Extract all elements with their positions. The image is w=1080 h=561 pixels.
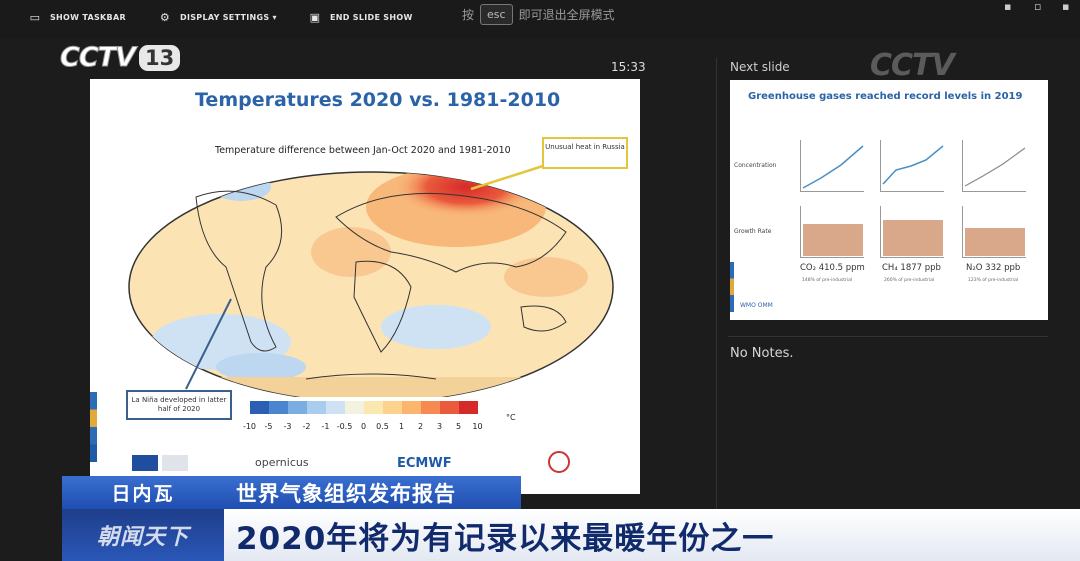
la-nina-callout: La Niña developed in latter half of 2020	[126, 390, 232, 420]
next-slide-side-strip	[730, 262, 734, 312]
scale-label-9: 2	[417, 422, 424, 431]
display-settings-button[interactable]: ⚙ DISPLAY SETTINGS ▾	[158, 10, 277, 24]
minimize-icon[interactable]: ▪	[1004, 0, 1011, 13]
scale-label-8: 1	[398, 422, 405, 431]
next-slide-preview[interactable]: Greenhouse gases reached record levels i…	[730, 80, 1048, 320]
n2o-value: N₂O 332 ppb	[966, 263, 1021, 273]
scale-swatch-9	[421, 401, 440, 414]
next-slide-title: Greenhouse gases reached record levels i…	[748, 91, 1023, 102]
co2-concentration-chart	[800, 140, 864, 192]
taskbar-icon: ▭	[29, 10, 41, 24]
partner-logo	[162, 455, 188, 471]
color-scale	[250, 401, 478, 414]
scale-label-12: 10	[472, 422, 483, 431]
panel-divider	[716, 58, 717, 548]
news-headline: 2020年将为有记录以来最暖年份之一	[224, 509, 1080, 561]
scale-swatch-0	[250, 401, 269, 414]
scale-label-2: -3	[283, 422, 292, 431]
n2o-concentration-chart	[962, 140, 1026, 192]
scale-label-7: 0.5	[376, 422, 389, 431]
show-taskbar-label: SHOW TASKBAR	[50, 12, 126, 22]
show-taskbar-button[interactable]: ▭ SHOW TASKBAR	[28, 10, 126, 24]
scale-swatch-2	[288, 401, 307, 414]
logo-bar: opernicus ECMWF	[110, 451, 630, 477]
ch4-concentration-chart	[880, 140, 944, 192]
ch4-growth-chart	[880, 206, 944, 258]
channel-number: 13	[138, 44, 181, 71]
scale-swatch-1	[269, 401, 288, 414]
scale-swatch-10	[440, 401, 459, 414]
growth-rate-label: Growth Rate	[734, 228, 772, 235]
end-slide-show-button[interactable]: ▣ END SLIDE SHOW	[308, 10, 413, 24]
scale-label-6: 0	[360, 422, 367, 431]
scale-swatch-5	[345, 401, 364, 414]
scale-label-4: -1	[321, 422, 330, 431]
esc-hint-prefix: 按	[462, 8, 475, 22]
cctv-watermark: CCTV	[870, 48, 955, 83]
scale-swatch-6	[364, 401, 383, 414]
scale-swatch-4	[326, 401, 345, 414]
russia-callout: Unusual heat in Russia	[542, 137, 628, 169]
maximize-icon[interactable]: ▫	[1034, 0, 1041, 13]
ecmwf-logo: ECMWF	[397, 456, 452, 471]
n2o-growth-chart	[962, 206, 1026, 258]
news-topic: 世界气象组织发布报告	[224, 476, 521, 509]
display-settings-icon: ⚙	[159, 10, 171, 24]
copernicus-logo: opernicus	[255, 456, 309, 469]
cctv-logo: CCTV 13	[60, 42, 181, 74]
map-subtitle: Temperature difference between Jan-Oct 2…	[215, 145, 511, 156]
scale-label-5: -0.5	[336, 422, 353, 431]
program-name: 朝闻天下	[62, 509, 224, 561]
co2-value: CO₂ 410.5 ppm	[800, 263, 865, 273]
fullscreen-hint: 按 esc 即可退出全屏模式	[462, 4, 615, 25]
slide-timer: 15:33	[611, 60, 646, 74]
scale-swatch-3	[307, 401, 326, 414]
news-location: 日内瓦	[62, 476, 224, 509]
channel-name: CCTV	[60, 42, 137, 74]
esc-hint-suffix: 即可退出全屏模式	[518, 8, 615, 22]
slide-side-strip	[90, 392, 97, 462]
end-show-icon: ▣	[309, 10, 321, 24]
slide-title: Temperatures 2020 vs. 1981-2010	[195, 89, 561, 111]
close-icon[interactable]: ▪	[1062, 0, 1069, 13]
co2-growth-chart	[800, 206, 864, 258]
scale-label-3: -2	[302, 422, 311, 431]
ch4-value: CH₄ 1877 ppb	[882, 263, 941, 273]
n2o-note: 123% of pre-industrial	[968, 278, 1019, 283]
russia-heat-region	[394, 172, 538, 217]
scale-label-10: 3	[436, 422, 443, 431]
scale-label-11: 5	[455, 422, 462, 431]
end-slide-show-label: END SLIDE SHOW	[330, 12, 413, 22]
temperature-anomaly-map	[128, 163, 614, 397]
presenter-toolbar: ▭ SHOW TASKBAR ⚙ DISPLAY SETTINGS ▾ ▣ EN…	[0, 0, 1080, 38]
scale-swatch-11	[459, 401, 478, 414]
ch4-note: 260% of pre-industrial	[884, 278, 935, 283]
concentration-label: Concentration	[734, 162, 777, 169]
co2-note: 148% of pre-industrial	[802, 278, 853, 283]
notes-divider	[728, 336, 1048, 337]
eu-flag-logo	[132, 455, 158, 471]
russia-arrow	[470, 163, 547, 191]
color-scale-labels: -10 -5 -3 -2 -1 -0.5 0 0.5 1 2 3 5 10	[240, 422, 487, 431]
display-settings-label: DISPLAY SETTINGS ▾	[180, 12, 277, 22]
scale-label-0: -10	[242, 422, 257, 431]
esc-key: esc	[480, 4, 513, 25]
speaker-notes: No Notes.	[730, 346, 794, 361]
next-slide-label: Next slide	[730, 60, 790, 74]
wmo-footer-logo: WMO OMM	[740, 302, 773, 309]
scale-unit: °C	[506, 413, 516, 422]
scale-swatch-8	[402, 401, 421, 414]
scale-label-1: -5	[264, 422, 273, 431]
current-slide[interactable]: Temperatures 2020 vs. 1981-2010 Temperat…	[90, 79, 640, 494]
scale-swatch-7	[383, 401, 402, 414]
wmo-logo	[548, 451, 570, 473]
